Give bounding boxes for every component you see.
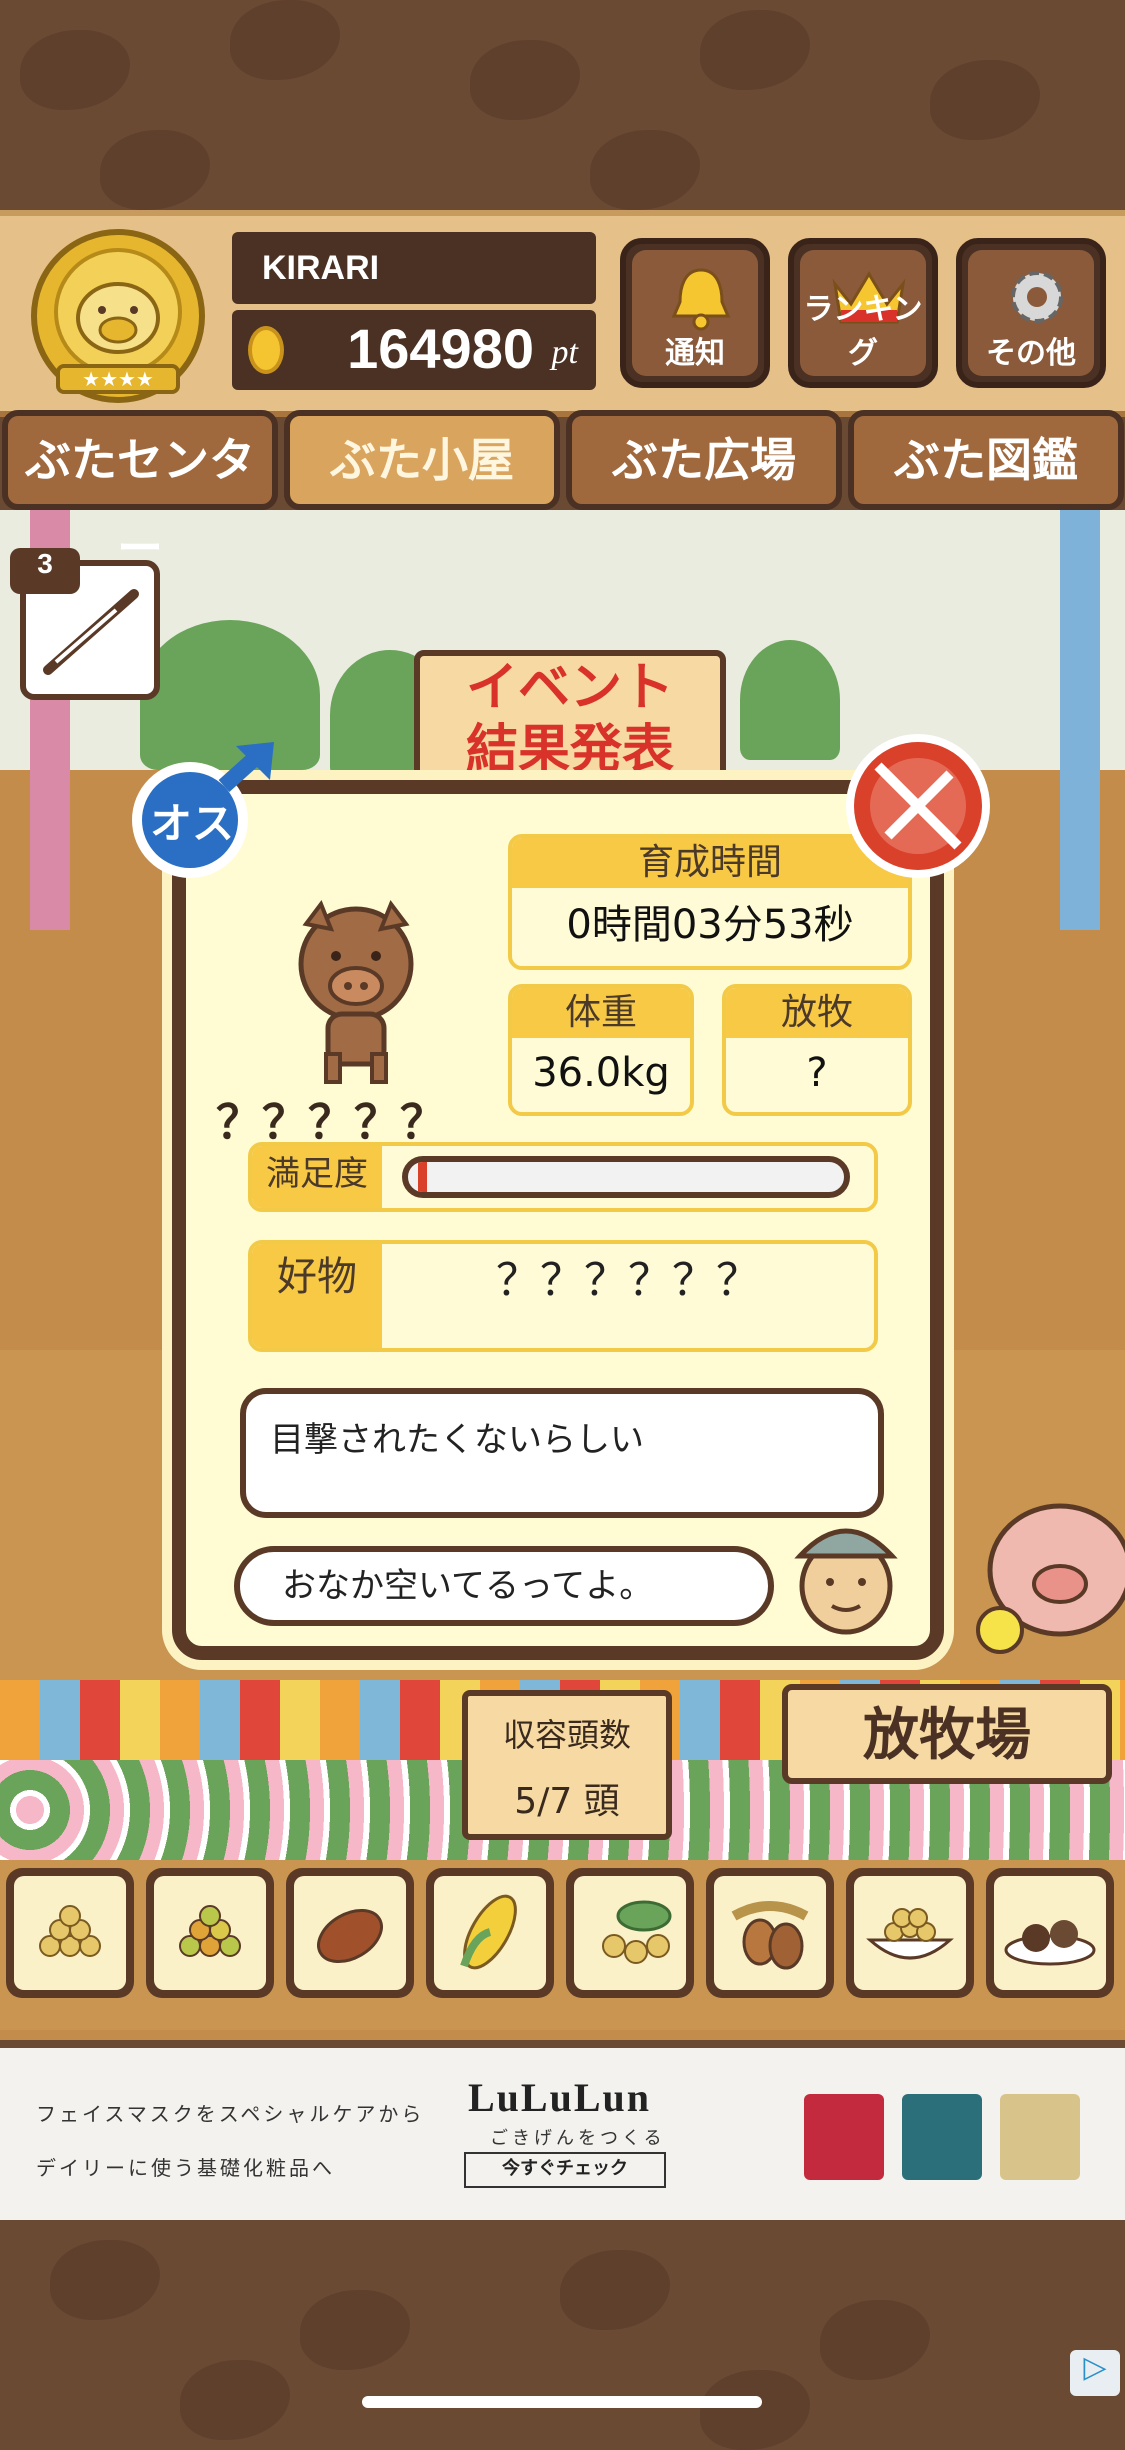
- meatball-plate-icon: [1004, 1920, 1096, 1966]
- male-badge: オス: [124, 740, 274, 878]
- ad-banner[interactable]: フェイスマスクをスペシャルケアから デイリーに使う基礎化粧品へ LuLuLun …: [0, 2048, 1125, 2220]
- food-slot-8[interactable]: [986, 1868, 1114, 1998]
- header-bar: ★★★★ KIRARI 164980 pt 通知 ランキング その他: [0, 210, 1125, 417]
- weight-value: 36.0kg: [532, 1050, 670, 1096]
- ad-product-red: [804, 2094, 884, 2180]
- farmer-speech-bubble: おなか空いてるってよ。: [234, 1546, 774, 1626]
- food-slot-6[interactable]: [706, 1868, 834, 1998]
- player-name: KIRARI: [232, 232, 596, 304]
- satisfaction-box: 満足度: [248, 1142, 878, 1212]
- weight-box: 体重 36.0kg: [508, 984, 694, 1116]
- tab-buta-center[interactable]: ぶたセンター: [2, 410, 278, 575]
- ad-tagline: ごきげんをつくる: [490, 2128, 666, 2149]
- satisfaction-meter-fill: [418, 1162, 427, 1192]
- capacity-value: 5/7 頭: [514, 1781, 620, 1822]
- mixed-beans-icon: [179, 1905, 241, 1957]
- food-slot-2[interactable]: [146, 1868, 274, 1998]
- food-slot-1[interactable]: [6, 1868, 134, 1998]
- tree: [740, 640, 840, 760]
- farmer-icon: [794, 1528, 898, 1635]
- ranking-button[interactable]: ランキング: [788, 238, 938, 388]
- syringe-icon: [43, 589, 139, 675]
- corn-icon: [460, 1894, 517, 1970]
- tab-buta-plaza[interactable]: ぶた広場: [566, 410, 842, 510]
- sweet-potato-icon: [317, 1908, 383, 1964]
- boar-image: [298, 899, 414, 1084]
- food-slot-4[interactable]: [426, 1868, 554, 1998]
- pig-detail-panel: ？？？？？ 育成時間 0時間03分53秒 体重 36.0kg 放牧 ? 満足度 …: [172, 780, 944, 1660]
- soybeans-icon: [39, 1905, 101, 1957]
- other-button[interactable]: その他: [956, 238, 1106, 388]
- tab-buta-hut[interactable]: ぶた小屋: [284, 410, 560, 510]
- points-unit: pt: [551, 334, 578, 371]
- ad-cta-button[interactable]: 今すぐチェック: [464, 2152, 666, 2188]
- points-value: 164980: [347, 317, 534, 380]
- ad-product-teal: [902, 2094, 982, 2180]
- satisfaction-meter: [402, 1156, 850, 1198]
- pig-character: [976, 1503, 1125, 1654]
- food-slot-5[interactable]: [566, 1868, 694, 1998]
- gear-icon: [1011, 271, 1063, 323]
- syringe-count: 3: [10, 548, 80, 594]
- svg-text:★★★★: ★★★★: [82, 367, 154, 391]
- points-display: 164980 pt: [232, 310, 596, 390]
- pasture-button[interactable]: 放牧場: [782, 1684, 1112, 1784]
- bean-bowl-icon: [866, 1908, 954, 1960]
- comment-text: 目撃されたくないらしい: [270, 1420, 644, 1460]
- bell-icon: [671, 268, 731, 331]
- ad-line-2: デイリーに使う基礎化粧品へ: [36, 2156, 335, 2180]
- food-slot-7[interactable]: [846, 1868, 974, 1998]
- capacity-sign: 収容頭数 5/7 頭: [462, 1690, 672, 1840]
- favorite-value: ？？？？？？: [496, 1255, 760, 1306]
- notification-label: 通知: [665, 336, 725, 371]
- home-indicator[interactable]: [362, 2396, 762, 2408]
- favorite-label: 好物: [252, 1244, 382, 1348]
- event-sign-line1: イベント: [465, 658, 674, 718]
- notification-button[interactable]: 通知: [620, 238, 770, 388]
- capacity-label: 収容頭数: [502, 1716, 631, 1754]
- favorite-food-box: 好物 ？？？？？？: [248, 1240, 878, 1352]
- grazing-box: 放牧 ?: [722, 984, 912, 1116]
- comment-bubble: 目撃されたくないらしい: [240, 1388, 884, 1518]
- food-slot-3[interactable]: [286, 1868, 414, 1998]
- blue-post: [1060, 510, 1100, 930]
- leaf-nuts-icon: [602, 1900, 672, 1964]
- male-label: オス: [149, 799, 234, 848]
- grazing-label: 放牧: [726, 988, 908, 1038]
- player-rank-medal[interactable]: ★★★★: [18, 226, 218, 406]
- farmer-speech-text: おなか空いてるってよ。: [282, 1566, 654, 1606]
- grazing-value: ?: [806, 1050, 828, 1096]
- acorn-icon: [731, 1901, 809, 1970]
- ad-product-gold: [1000, 2094, 1080, 2180]
- other-label: その他: [986, 336, 1076, 371]
- tab-buta-encyclopedia[interactable]: ぶた図鑑: [848, 410, 1124, 510]
- ranking-label: ランキング: [803, 292, 923, 371]
- growth-time-value: 0時間03分53秒: [566, 902, 854, 948]
- ad-brand-logo: LuLuLun: [468, 2075, 652, 2120]
- no-syringe-icon: [846, 734, 990, 878]
- event-sign-line2: 結果発表: [465, 720, 674, 780]
- ad-line-1: フェイスマスクをスペシャルケアから: [36, 2102, 425, 2126]
- satisfaction-label: 満足度: [252, 1146, 382, 1208]
- coin-icon: [248, 326, 284, 374]
- ad-choices-icon[interactable]: ▷: [1070, 2350, 1120, 2396]
- weight-label: 体重: [512, 988, 690, 1038]
